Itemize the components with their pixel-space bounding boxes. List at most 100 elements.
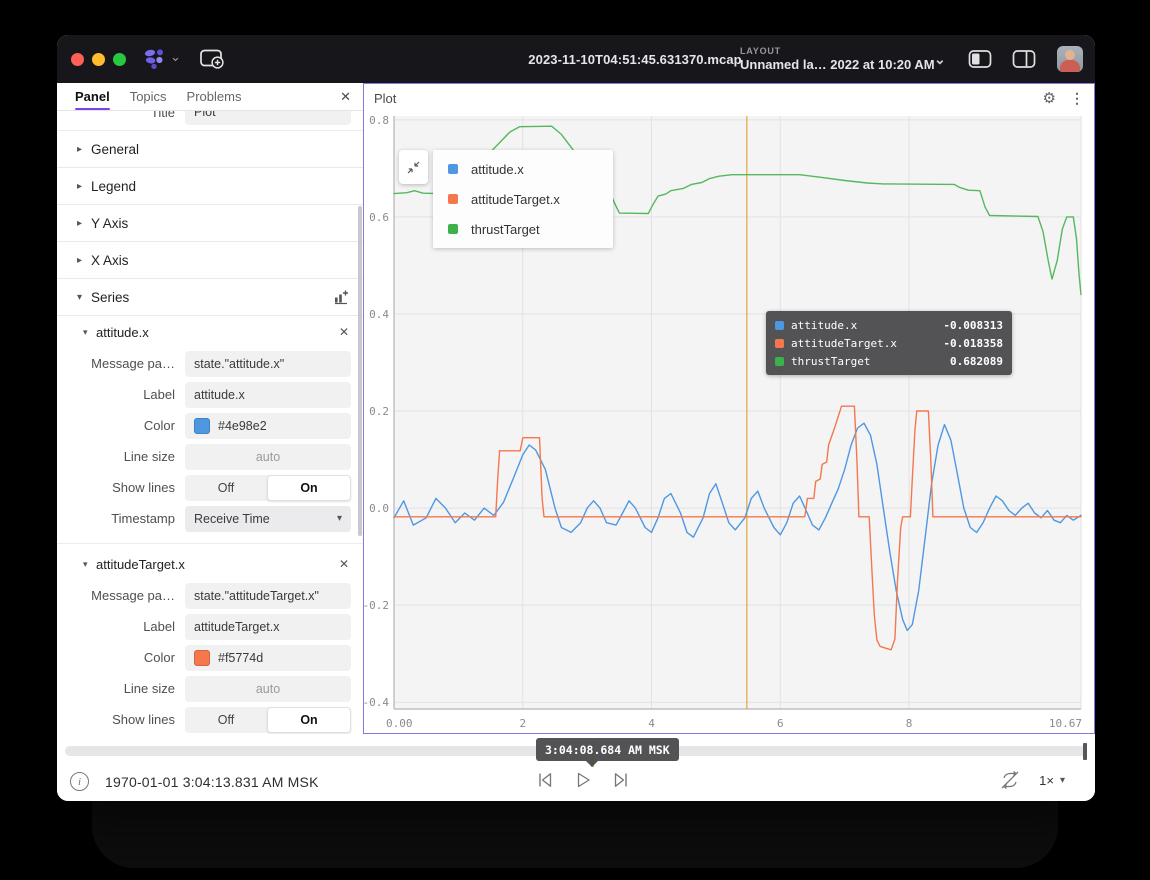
- section-legend-label: Legend: [91, 179, 136, 194]
- loop-off-icon[interactable]: [999, 770, 1021, 790]
- current-timestamp[interactable]: 1970-01-01 3:04:13.831 AM MSK: [105, 774, 319, 790]
- titlebar: ⌄ 2023-11-10T04:51:45.631370.mcap LAYOUT…: [57, 35, 1095, 83]
- section-general[interactable]: ▸ General: [57, 131, 363, 168]
- remove-series-icon[interactable]: ✕: [339, 557, 349, 571]
- layout-selector[interactable]: LAYOUT Unnamed la… 2022 at 10:20 AM: [740, 46, 950, 72]
- show-lines-off[interactable]: Off: [185, 475, 267, 501]
- legend-item-attitude-x[interactable]: attitude.x: [433, 154, 613, 184]
- tooltip-series-value: 0.682089: [950, 355, 1003, 368]
- scrub-time-tooltip: 3:04:08.684 AM MSK: [536, 738, 679, 761]
- caret-right-icon: ▸: [77, 144, 91, 155]
- color-hex-value: #4e98e2: [218, 419, 267, 433]
- section-x-axis-label: X Axis: [91, 253, 129, 268]
- series-color-input[interactable]: #f5774d: [185, 645, 351, 671]
- color-swatch[interactable]: [194, 418, 210, 434]
- layout-chevron-icon[interactable]: ⌄: [934, 51, 946, 68]
- panel-menu-kebab-icon[interactable]: ⋮: [1070, 90, 1084, 107]
- svg-text:4: 4: [648, 717, 655, 730]
- plot-panel-title: Plot: [374, 91, 396, 106]
- tab-panel[interactable]: Panel: [75, 83, 110, 110]
- show-lines-label: Show lines: [57, 480, 185, 495]
- legend-swatch: [448, 194, 458, 204]
- seek-forward-button[interactable]: [611, 770, 631, 790]
- line-size-label: Line size: [57, 681, 185, 696]
- line-size-input[interactable]: auto: [185, 444, 351, 470]
- tab-topics[interactable]: Topics: [130, 83, 167, 110]
- scrubber-playhead-marker[interactable]: [1083, 743, 1087, 760]
- caret-down-icon: ▾: [77, 292, 91, 303]
- svg-text:8: 8: [906, 717, 913, 730]
- sidebar-scrollbar[interactable]: [358, 206, 362, 536]
- series-color-input[interactable]: #4e98e2: [185, 413, 351, 439]
- message-path-input[interactable]: state."attitudeTarget.x": [185, 583, 351, 609]
- legend-collapse-button[interactable]: [399, 150, 428, 184]
- plot-legend: attitude.x attitudeTarget.x thrustTarget: [433, 150, 613, 248]
- tooltip-series-name: attitudeTarget.x: [791, 337, 943, 350]
- legend-item-thrust-target[interactable]: thrustTarget: [433, 214, 613, 244]
- show-lines-off[interactable]: Off: [185, 707, 267, 733]
- section-legend[interactable]: ▸ Legend: [57, 168, 363, 205]
- line-size-label: Line size: [57, 449, 185, 464]
- panel-settings-gear-icon[interactable]: ⚙: [1043, 89, 1056, 107]
- remove-series-icon[interactable]: ✕: [339, 325, 349, 339]
- foxglove-logo-icon[interactable]: [142, 48, 168, 70]
- svg-text:-0.2: -0.2: [364, 599, 389, 612]
- label-label: Label: [57, 619, 185, 634]
- playback-speed-select[interactable]: 1× ▾: [1039, 773, 1065, 788]
- section-x-axis[interactable]: ▸ X Axis: [57, 242, 363, 279]
- speed-value: 1×: [1039, 773, 1054, 788]
- svg-text:0.4: 0.4: [369, 308, 389, 321]
- caret-down-icon: ▾: [83, 559, 96, 570]
- tooltip-row: thrustTarget 0.682089: [775, 352, 1003, 370]
- color-swatch[interactable]: [194, 650, 210, 666]
- panel-title-input[interactable]: Plot: [185, 111, 351, 125]
- zoom-window-button[interactable]: [113, 53, 126, 66]
- sidebar-close-icon[interactable]: ✕: [340, 89, 351, 105]
- play-button[interactable]: [573, 770, 593, 790]
- sidebar-scroll-area[interactable]: Title Plot ▸ General ▸ Legend ▸ Y Axis: [57, 111, 363, 734]
- scrub-time-text: 3:04:08.684 AM MSK: [545, 743, 670, 757]
- layout-name: Unnamed la… 2022 at 10:20 AM: [740, 57, 950, 72]
- series-header-attitude-target-x[interactable]: ▾ attitudeTarget.x ✕: [57, 548, 363, 580]
- series-name: attitudeTarget.x: [96, 557, 185, 572]
- show-lines-on[interactable]: On: [267, 707, 351, 733]
- caret-right-icon: ▸: [77, 218, 91, 229]
- message-path-input[interactable]: state."attitude.x": [185, 351, 351, 377]
- add-panel-icon[interactable]: [199, 48, 225, 70]
- svg-text:0.8: 0.8: [369, 114, 389, 127]
- timestamp-select[interactable]: Receive Time ▾: [185, 506, 351, 532]
- tab-problems[interactable]: Problems: [187, 83, 242, 110]
- seek-backward-button[interactable]: [535, 770, 555, 790]
- legend-item-attitude-target-x[interactable]: attitudeTarget.x: [433, 184, 613, 214]
- plot-panel-header[interactable]: Plot ⚙ ⋮: [364, 84, 1094, 112]
- left-sidebar-toggle-icon[interactable]: [967, 48, 993, 70]
- tooltip-swatch: [775, 357, 784, 366]
- right-sidebar-toggle-icon[interactable]: [1011, 48, 1037, 70]
- user-avatar[interactable]: [1057, 46, 1083, 72]
- app-menu-chevron-icon[interactable]: ⌄: [170, 49, 181, 65]
- series-label-input[interactable]: attitudeTarget.x: [185, 614, 351, 640]
- svg-text:0.0: 0.0: [369, 502, 389, 515]
- sidebar-tabs: Panel Topics Problems ✕: [57, 83, 363, 111]
- settings-sidebar: Panel Topics Problems ✕ Title Plot ▸ Gen…: [57, 83, 363, 734]
- add-series-icon[interactable]: [333, 289, 349, 305]
- tooltip-swatch: [775, 339, 784, 348]
- show-lines-on[interactable]: On: [267, 475, 351, 501]
- series-header-attitude-x[interactable]: ▾ attitude.x ✕: [57, 316, 363, 348]
- svg-text:-0.4: -0.4: [364, 696, 389, 709]
- minimize-window-button[interactable]: [92, 53, 105, 66]
- info-icon[interactable]: i: [70, 772, 89, 791]
- section-y-axis[interactable]: ▸ Y Axis: [57, 205, 363, 242]
- section-series[interactable]: ▾ Series: [57, 279, 363, 316]
- series-label-input[interactable]: attitude.x: [185, 382, 351, 408]
- svg-text:2: 2: [519, 717, 526, 730]
- close-window-button[interactable]: [71, 53, 84, 66]
- tooltip-series-value: -0.008313: [943, 319, 1003, 332]
- line-size-input[interactable]: auto: [185, 676, 351, 702]
- tooltip-caret: [586, 761, 598, 767]
- hover-values-tooltip: attitude.x -0.008313 attitudeTarget.x -0…: [766, 311, 1012, 375]
- title-field-row-clipped: Title Plot: [57, 111, 363, 131]
- color-label: Color: [57, 650, 185, 665]
- message-path-label: Message pa…: [57, 356, 185, 371]
- plot-panel[interactable]: Plot ⚙ ⋮ 0.80.60.40.20.0-0.2-0.40.002468…: [363, 83, 1095, 734]
